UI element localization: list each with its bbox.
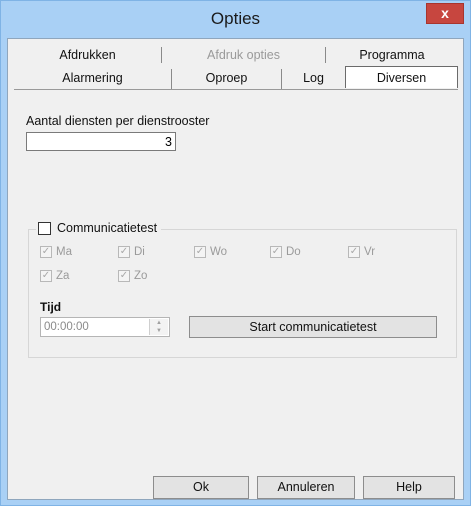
tab-row-top: Afdrukken Afdruk opties Programma [14,47,458,63]
title-bar: Opties x [1,1,470,38]
check-icon: ✓ [40,270,52,282]
check-icon: ✓ [270,246,282,258]
checkbox-icon [38,221,51,235]
day-label: Di [134,246,145,258]
day-checkbox-wo[interactable]: ✓ Wo [194,246,227,258]
help-button[interactable]: Help [363,476,455,499]
check-icon: ✓ [194,246,206,258]
window-title: Opties [210,9,261,28]
commtest-label: Communicatietest [57,221,158,235]
commtest-group [28,229,457,358]
time-spinner[interactable]: ▲ ▼ [149,319,168,335]
services-label: Aantal diensten per dienstrooster [26,114,210,128]
dialog-body: Afdrukken Afdruk opties Programma Alarme… [7,38,464,500]
day-label: Do [286,246,301,258]
day-checkbox-di[interactable]: ✓ Di [118,246,145,258]
check-icon: ✓ [348,246,360,258]
tab-row-bottom: Alarmering Oproep Log Diversen [14,66,458,90]
close-button[interactable]: x [426,3,464,24]
day-label: Zo [134,270,148,282]
spin-down-icon[interactable]: ▼ [150,327,168,335]
tab-diversen[interactable]: Diversen [345,66,458,88]
commtest-checkbox[interactable]: Communicatietest [36,221,162,235]
day-label: Vr [364,246,376,258]
ok-button[interactable]: Ok [153,476,249,499]
spin-up-icon[interactable]: ▲ [150,319,168,327]
tab-programma[interactable]: Programma [326,47,458,63]
check-icon: ✓ [40,246,52,258]
cancel-button[interactable]: Annuleren [257,476,355,499]
day-checkbox-zo[interactable]: ✓ Zo [118,270,147,282]
day-checkbox-ma[interactable]: ✓ Ma [40,246,72,258]
day-label: Wo [210,246,228,258]
day-label: Ma [56,246,72,258]
tab-alarmering[interactable]: Alarmering [14,69,172,89]
check-icon: ✓ [118,246,130,258]
services-count-input[interactable] [26,132,176,151]
tab-log[interactable]: Log [282,69,345,89]
tab-afdruk-opties[interactable]: Afdruk opties [162,47,326,63]
options-dialog: Opties x Afdrukken Afdruk opties Program… [0,0,471,506]
diversen-panel: Aantal diensten per dienstrooster Commun… [14,90,458,442]
day-checkbox-za[interactable]: ✓ Za [40,270,69,282]
day-checkbox-do[interactable]: ✓ Do [270,246,301,258]
time-label: Tijd [40,300,62,314]
start-commtest-button[interactable]: Start communicatietest [189,316,437,338]
day-checkbox-vr[interactable]: ✓ Vr [348,246,375,258]
check-icon: ✓ [118,270,130,282]
time-value: 00:00:00 [44,321,89,333]
tab-oproep[interactable]: Oproep [172,69,282,89]
day-label: Za [56,270,70,282]
time-input[interactable]: 00:00:00 ▲ ▼ [40,317,170,337]
tab-afdrukken[interactable]: Afdrukken [14,47,162,63]
